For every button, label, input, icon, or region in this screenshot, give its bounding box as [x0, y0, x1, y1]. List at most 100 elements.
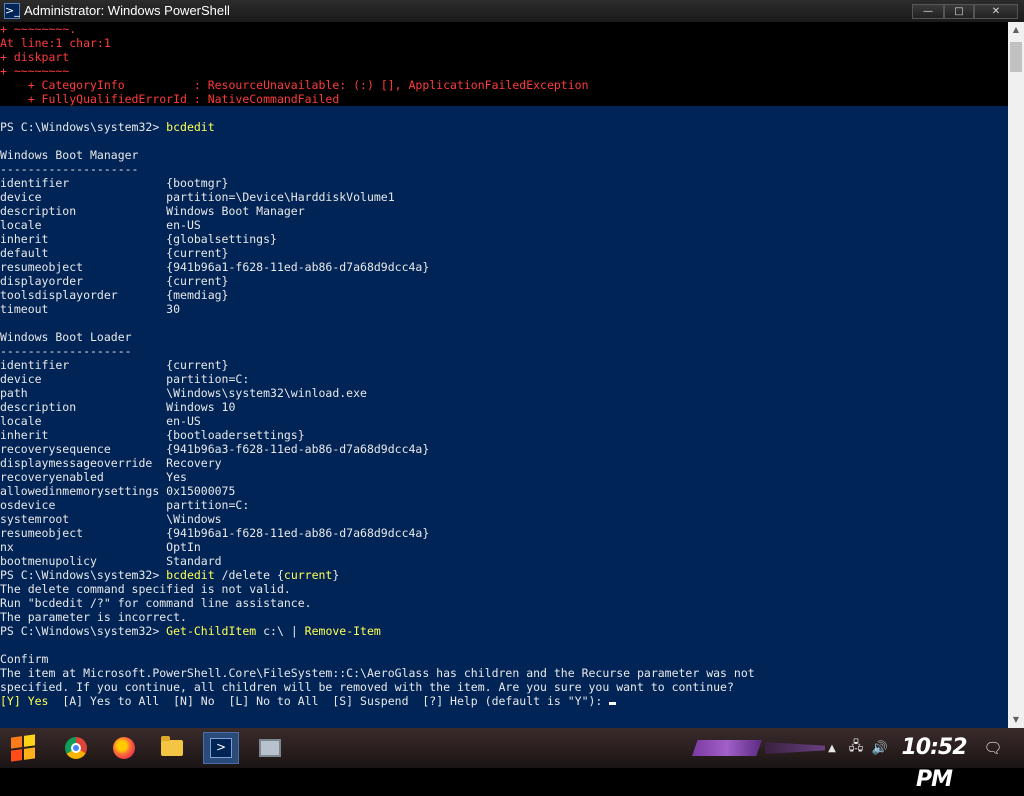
bcd-entry-row: toolsdisplayorder {memdiag}: [0, 288, 228, 302]
options-list: [A] Yes to All [N] No [L] No to All [S] …: [48, 694, 610, 708]
pipe-operator: |: [290, 624, 298, 638]
maximize-button[interactable]: □: [944, 4, 974, 19]
bcd-entry-row: osdevice partition=C:: [0, 498, 249, 512]
bcd-entry-key: device: [0, 372, 167, 386]
error-line: + ~~~~~~~~.: [0, 22, 77, 36]
bcd-entry-key: bootmenupolicy: [0, 554, 167, 568]
chrome-icon: [65, 737, 87, 759]
bcd-entry-value: {current}: [166, 274, 229, 288]
bcd-entry-row: displaymessageoverride Recovery: [0, 456, 222, 470]
bcd-entry-value: {memdiag}: [166, 288, 229, 302]
taskbar-decoration: [692, 740, 762, 756]
bcd-entry-key: recoveryenabled: [0, 470, 167, 484]
bcd-entry-value: {current}: [166, 246, 229, 260]
confirm-message: specified. If you continue, all children…: [0, 680, 734, 694]
taskbar-clock[interactable]: 10:52 PM: [894, 732, 974, 792]
scroll-up-button[interactable]: ▲: [1008, 22, 1024, 38]
powershell-taskbar-button[interactable]: >: [203, 732, 239, 764]
bcd-entry-key: device: [0, 190, 167, 204]
bcd-entry-key: displaymessageoverride: [0, 456, 167, 470]
bcd-entry-row: inherit {bootloadersettings}: [0, 428, 305, 442]
notifications-icon[interactable]: 🗨: [982, 728, 1004, 768]
bcd-entry-row: description Windows Boot Manager: [0, 204, 305, 218]
bcd-entry-key: inherit: [0, 428, 167, 442]
window-controls: — □ ✕: [912, 4, 1018, 20]
command-line: PS C:\Windows\system32> bcdedit /delete …: [0, 568, 339, 582]
confirm-prompt[interactable]: [Y] Yes [A] Yes to All [N] No [L] No to …: [0, 694, 617, 708]
bcd-entry-row: allowedinmemorysettings 0x15000075: [0, 484, 235, 498]
bcd-entry-key: locale: [0, 218, 167, 232]
file-explorer-taskbar-button[interactable]: [154, 732, 190, 764]
bcd-entry-row: bootmenupolicy Standard: [0, 554, 222, 568]
bcd-entry-key: recoverysequence: [0, 442, 167, 456]
scroll-down-button[interactable]: ▼: [1008, 712, 1024, 728]
bcd-entry-value: en-US: [166, 414, 201, 428]
output-line: Run "bcdedit /?" for command line assist…: [0, 596, 312, 610]
bcd-entry-key: displayorder: [0, 274, 167, 288]
taskbar-decoration: [765, 742, 825, 754]
bcd-entry-key: systemroot: [0, 512, 167, 526]
command-args: /delete {: [214, 568, 284, 582]
bcd-entry-row: device partition=C:: [0, 372, 249, 386]
chrome-taskbar-button[interactable]: [58, 732, 94, 764]
bcd-entry-value: {941b96a1-f628-11ed-ab86-d7a68d9dcc4a}: [166, 526, 430, 540]
bcd-entry-value: OptIn: [166, 540, 201, 554]
bcd-entry-key: default: [0, 246, 167, 260]
command-name: Get-ChildItem: [166, 624, 257, 638]
error-line: + FullyQualifiedErrorId : NativeCommandF…: [0, 92, 340, 106]
bcd-entry-key: allowedinmemorysettings: [0, 484, 167, 498]
bcd-entry-value: {941b96a1-f628-11ed-ab86-d7a68d9dcc4a}: [166, 260, 430, 274]
bcd-entry-key: nx: [0, 540, 167, 554]
firefox-icon: [113, 737, 135, 759]
show-hidden-icons-chevron-icon[interactable]: ▲: [826, 728, 838, 768]
volume-icon[interactable]: 🔊: [870, 728, 890, 768]
bcd-entry-row: identifier {bootmgr}: [0, 176, 228, 190]
text-cursor: [609, 702, 617, 705]
powershell-icon: >: [210, 738, 232, 758]
title-bar[interactable]: >_ Administrator: Windows PowerShell — □…: [0, 0, 1024, 22]
minimize-button[interactable]: —: [912, 4, 944, 19]
bcd-entry-row: systemroot \Windows: [0, 512, 222, 526]
bcd-entry-row: inherit {globalsettings}: [0, 232, 277, 246]
close-button[interactable]: ✕: [974, 4, 1018, 19]
scroll-thumb[interactable]: [1010, 42, 1022, 72]
window-title: Administrator: Windows PowerShell: [24, 3, 230, 18]
console-output: PS C:\Windows\system32> bcdedit Windows …: [0, 106, 1008, 728]
section-heading: Windows Boot Loader: [0, 330, 132, 344]
bcd-entry-row: displayorder {current}: [0, 274, 228, 288]
bcd-entry-value: partition=C:: [166, 498, 250, 512]
bcd-entry-row: locale en-US: [0, 414, 201, 428]
command-arg-highlight: current: [283, 568, 333, 582]
monitor-icon: [259, 739, 281, 757]
monitor-taskbar-button[interactable]: [252, 732, 288, 764]
command-name: Remove-Item: [297, 624, 381, 638]
bcd-entry-row: device partition=\Device\HarddiskVolume1: [0, 190, 395, 204]
windows-logo-icon: [11, 734, 35, 762]
prompt: PS C:\Windows\system32>: [0, 568, 167, 582]
console-window[interactable]: + ~~~~~~~~. At line:1 char:1 + diskpart …: [0, 22, 1008, 728]
bcd-entry-value: Yes: [166, 470, 187, 484]
output-line: The delete command specified is not vali…: [0, 582, 291, 596]
output-line: The parameter is incorrect.: [0, 610, 187, 624]
bcd-entry-value: Standard: [166, 554, 222, 568]
bcd-entry-key: identifier: [0, 176, 167, 190]
error-line: + ~~~~~~~~: [0, 64, 70, 78]
section-underline: -------------------: [0, 344, 132, 358]
command-args: c:\: [256, 624, 291, 638]
bcd-entry-value: partition=\Device\HarddiskVolume1: [166, 190, 395, 204]
bcd-entry-value: partition=C:: [166, 372, 250, 386]
bcd-entry-value: Windows Boot Manager: [166, 204, 305, 218]
network-icon[interactable]: 🖧: [846, 728, 866, 768]
bcd-entry-row: locale en-US: [0, 218, 201, 232]
powershell-icon: >_: [4, 3, 20, 19]
section-underline: --------------------: [0, 162, 139, 176]
vertical-scrollbar[interactable]: ▲ ▼: [1008, 22, 1024, 728]
option-yes: [Y] Yes: [0, 694, 49, 708]
bcd-entry-row: recoveryenabled Yes: [0, 470, 187, 484]
error-output: + ~~~~~~~~. At line:1 char:1 + diskpart …: [0, 22, 1008, 106]
prompt: PS C:\Windows\system32>: [0, 624, 167, 638]
firefox-taskbar-button[interactable]: [106, 732, 142, 764]
start-button[interactable]: [6, 732, 40, 764]
bcd-entry-key: identifier: [0, 358, 167, 372]
error-line: + diskpart: [0, 50, 70, 64]
